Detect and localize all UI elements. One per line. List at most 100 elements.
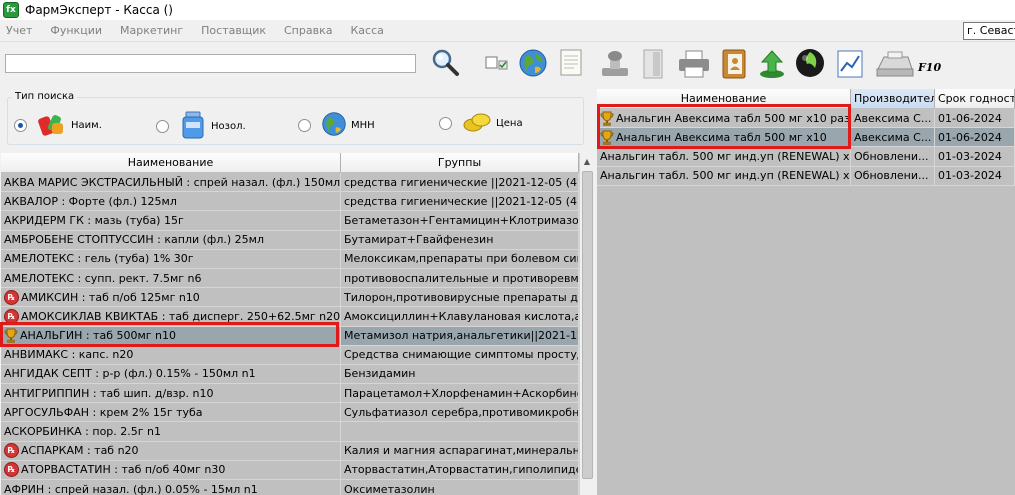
product-name-cell[interactable]: АНГИДАК СЕПТ : р-р (фл.) 0.15% - 150мл n… bbox=[1, 364, 341, 384]
product-row[interactable]: АМЕЛОТЕКС : гель (туба) 1% 30г Мелоксикам… bbox=[1, 249, 579, 269]
stock-row[interactable]: Анальгин Авексима табл 500 мг x10 разд..… bbox=[597, 109, 1015, 129]
product-group-cell[interactable]: средства гигиенические ||2021-12-05 (47) bbox=[341, 192, 579, 211]
product-name-cell[interactable]: АКРИДЕРМ ГК : мазь (туба) 15г bbox=[1, 211, 341, 230]
radio-price[interactable] bbox=[439, 117, 452, 130]
stock-expiry-cell[interactable]: 01-03-2024 bbox=[935, 166, 1015, 185]
stock-expiry-cell[interactable]: 01-06-2024 bbox=[935, 109, 1015, 128]
stock-expiry-cell[interactable]: 01-06-2024 bbox=[935, 128, 1015, 147]
globe-icon[interactable] bbox=[517, 47, 549, 79]
product-group-cell[interactable]: средства гигиенические ||2021-12-05 (47)… bbox=[341, 173, 579, 192]
product-group-cell[interactable]: Бутамират+Гвайфенезин bbox=[341, 230, 579, 249]
product-name-cell[interactable]: АКВА МАРИС ЭКСТРАСИЛЬНЫЙ : спрей назал. … bbox=[1, 173, 341, 192]
product-group-cell[interactable]: Метамизол натрия,анальгетики||2021-12-0 bbox=[341, 326, 579, 345]
stock-maker-cell[interactable]: Авексима С... bbox=[851, 128, 935, 147]
product-row[interactable]: АМЕЛОТЕКС : супп. рект. 7.5мг n6 противов… bbox=[1, 268, 579, 289]
product-group-cell[interactable]: Бензидамин bbox=[341, 364, 579, 384]
dark-orb-icon[interactable] bbox=[793, 46, 827, 80]
scroll-up-button[interactable]: ▲ bbox=[580, 153, 594, 170]
col-header-stock-name[interactable]: Наименование bbox=[597, 89, 851, 108]
stock-row[interactable]: Анальгин табл. 500 мг инд.уп (RENEWAL) x… bbox=[597, 166, 1015, 186]
product-group-cell[interactable]: Калия и магния аспарагинат,минеральные bbox=[341, 441, 579, 460]
product-name-cell[interactable]: АСКОРБИНКА : пор. 2.5г n1 bbox=[1, 422, 341, 441]
menu-help[interactable]: Справка bbox=[275, 24, 341, 37]
product-row[interactable]: АНВИМАКС : капс. n20 Средства снимающие с… bbox=[1, 345, 579, 365]
product-name-cell[interactable]: АФРИН : спрей назал. (фл.) 0.05% - 15мл … bbox=[1, 480, 341, 495]
menu-marketing[interactable]: Маркетинг bbox=[111, 24, 192, 37]
product-group-cell[interactable]: Парацетамол+Хлорфенамин+Аскорбинов bbox=[341, 384, 579, 403]
search-by-inn-option[interactable]: МНН bbox=[298, 111, 375, 140]
product-name-cell[interactable]: АМЕЛОТЕКС : гель (туба) 1% 30г bbox=[1, 249, 341, 268]
stock-maker-cell[interactable]: Авексима С... bbox=[851, 109, 935, 128]
product-name-cell[interactable]: ℞ АСПАРКАМ : таб n20 bbox=[1, 441, 341, 460]
product-row[interactable]: АКРИДЕРМ ГК : мазь (туба) 15г Бетаметазон… bbox=[1, 211, 579, 231]
green-arrow-icon[interactable] bbox=[756, 47, 788, 81]
search-icon[interactable] bbox=[428, 46, 462, 78]
notepad-icon[interactable] bbox=[556, 46, 586, 78]
contacts-book-icon[interactable] bbox=[718, 47, 750, 81]
col-header-groups[interactable]: Группы bbox=[341, 153, 579, 172]
product-row[interactable]: АРГОСУЛЬФАН : крем 2% 15г туба Сульфатиаз… bbox=[1, 403, 579, 423]
product-row[interactable]: ℞ АТОРВАСТАТИН : таб п/об 40мг n30 Аторвас… bbox=[1, 460, 579, 480]
product-row[interactable]: АНТИГРИППИН : таб шип. д/взр. n10 Парацет… bbox=[1, 384, 579, 404]
stamp-icon[interactable] bbox=[598, 47, 634, 81]
product-name-cell[interactable]: ℞ АМОКСИКЛАВ КВИКТАБ : таб дисперг. 250+6… bbox=[1, 307, 341, 326]
product-row[interactable]: ℞ АМИКСИН : таб п/об 125мг n10 Тилорон,про… bbox=[1, 288, 579, 308]
product-name-cell[interactable]: АМЕЛОТЕКС : супп. рект. 7.5мг n6 bbox=[1, 268, 341, 288]
search-by-nosology-option[interactable]: Нозол. bbox=[156, 111, 246, 142]
product-row[interactable]: АСКОРБИНКА : пор. 2.5г n1 bbox=[1, 422, 579, 442]
product-row[interactable]: АНГИДАК СЕПТ : р-р (фл.) 0.15% - 150мл n… bbox=[1, 364, 579, 385]
chart-icon[interactable] bbox=[834, 48, 866, 80]
product-row[interactable]: АНАЛЬГИН : таб 500мг n10 Метамизол натрия… bbox=[1, 326, 579, 346]
product-group-cell[interactable]: Оксиметазолин bbox=[341, 480, 579, 495]
product-name-cell[interactable]: ℞ АТОРВАСТАТИН : таб п/об 40мг n30 bbox=[1, 460, 341, 479]
product-group-cell[interactable]: Аторвастатин,Аторвастатин,гиполипидем bbox=[341, 460, 579, 479]
stock-name-cell[interactable]: Анальгин табл. 500 мг инд.уп (RENEWAL) x… bbox=[597, 166, 851, 185]
menu-supplier[interactable]: Поставщик bbox=[192, 24, 275, 37]
product-group-cell[interactable]: противовоспалительные и противоревмат bbox=[341, 268, 579, 288]
search-by-price-option[interactable]: Цена bbox=[439, 111, 523, 136]
stock-name-cell[interactable]: Анальгин Авексима табл 500 мг x10 bbox=[597, 128, 851, 147]
product-group-cell[interactable]: Амоксициллин+Клавулановая кислота,ант bbox=[341, 307, 579, 326]
search-input[interactable] bbox=[5, 54, 416, 73]
stock-maker-cell[interactable]: Обновлени... bbox=[851, 147, 935, 166]
printer-icon[interactable] bbox=[676, 48, 712, 80]
menu-functions[interactable]: Функции bbox=[41, 24, 111, 37]
menu-uchet[interactable]: Учет bbox=[0, 24, 41, 37]
product-group-cell[interactable]: Мелоксикам,препараты при болевом синд bbox=[341, 249, 579, 268]
product-group-cell[interactable]: Бетаметазон+Гентамицин+Клотримазол bbox=[341, 211, 579, 230]
radio-nosology[interactable] bbox=[156, 120, 169, 133]
product-name-cell[interactable]: АРГОСУЛЬФАН : крем 2% 15г туба bbox=[1, 403, 341, 422]
product-name-cell[interactable]: ℞ АМИКСИН : таб п/об 125мг n10 bbox=[1, 288, 341, 307]
product-row[interactable]: ℞ АМОКСИКЛАВ КВИКТАБ : таб дисперг. 250+6… bbox=[1, 307, 579, 327]
product-row[interactable]: АКВА МАРИС ЭКСТРАСИЛЬНЫЙ : спрей назал. … bbox=[1, 173, 579, 193]
product-row[interactable]: АМБРОБЕНЕ СТОПТУССИН : капли (фл.) 25мл Б… bbox=[1, 230, 579, 250]
city-select[interactable]: г. Севаст bbox=[963, 22, 1015, 40]
product-group-cell[interactable] bbox=[341, 422, 579, 441]
product-group-cell[interactable]: Средства снимающие симптомы простуды bbox=[341, 345, 579, 364]
pharmacy-shelf-icon[interactable] bbox=[640, 47, 666, 81]
stock-maker-cell[interactable]: Обновлени... bbox=[851, 166, 935, 185]
product-name-cell[interactable]: АНАЛЬГИН : таб 500мг n10 bbox=[1, 326, 341, 345]
product-row[interactable]: АФРИН : спрей назал. (фл.) 0.05% - 15мл … bbox=[1, 480, 579, 495]
menu-kassa[interactable]: Касса bbox=[341, 24, 392, 37]
stock-row[interactable]: Анальгин Авексима табл 500 мг x10 Авексим… bbox=[597, 128, 1015, 148]
stock-name-cell[interactable]: Анальгин табл. 500 мг инд.уп (RENEWAL) x… bbox=[597, 147, 851, 166]
radio-name[interactable] bbox=[14, 119, 27, 132]
product-name-cell[interactable]: АНВИМАКС : капс. n20 bbox=[1, 345, 341, 364]
product-row[interactable]: АКВАЛОР : Форте (фл.) 125мл средства гиги… bbox=[1, 192, 579, 212]
product-name-cell[interactable]: АКВАЛОР : Форте (фл.) 125мл bbox=[1, 192, 341, 211]
product-group-cell[interactable]: Тилорон,противовирусные препараты для bbox=[341, 288, 579, 307]
product-name-cell[interactable]: АМБРОБЕНЕ СТОПТУССИН : капли (фл.) 25мл bbox=[1, 230, 341, 249]
radio-inn[interactable] bbox=[298, 119, 311, 132]
product-group-cell[interactable]: Сульфатиазол серебра,противомикробны bbox=[341, 403, 579, 422]
col-header-maker[interactable]: Производитель bbox=[851, 89, 935, 108]
products-scrollbar[interactable]: ▲ bbox=[579, 153, 594, 495]
col-header-expiry[interactable]: Срок годности bbox=[935, 89, 1015, 108]
stock-row[interactable]: Анальгин табл. 500 мг инд.уп (RENEWAL) x… bbox=[597, 147, 1015, 167]
cash-register-icon[interactable] bbox=[874, 48, 914, 80]
search-by-name-option[interactable]: Наим. bbox=[14, 111, 102, 140]
product-name-cell[interactable]: АНТИГРИППИН : таб шип. д/взр. n10 bbox=[1, 384, 341, 403]
stock-name-cell[interactable]: Анальгин Авексима табл 500 мг x10 разд..… bbox=[597, 109, 851, 128]
checkbox-filter-icon[interactable] bbox=[484, 54, 510, 72]
scroll-thumb[interactable] bbox=[582, 171, 593, 479]
